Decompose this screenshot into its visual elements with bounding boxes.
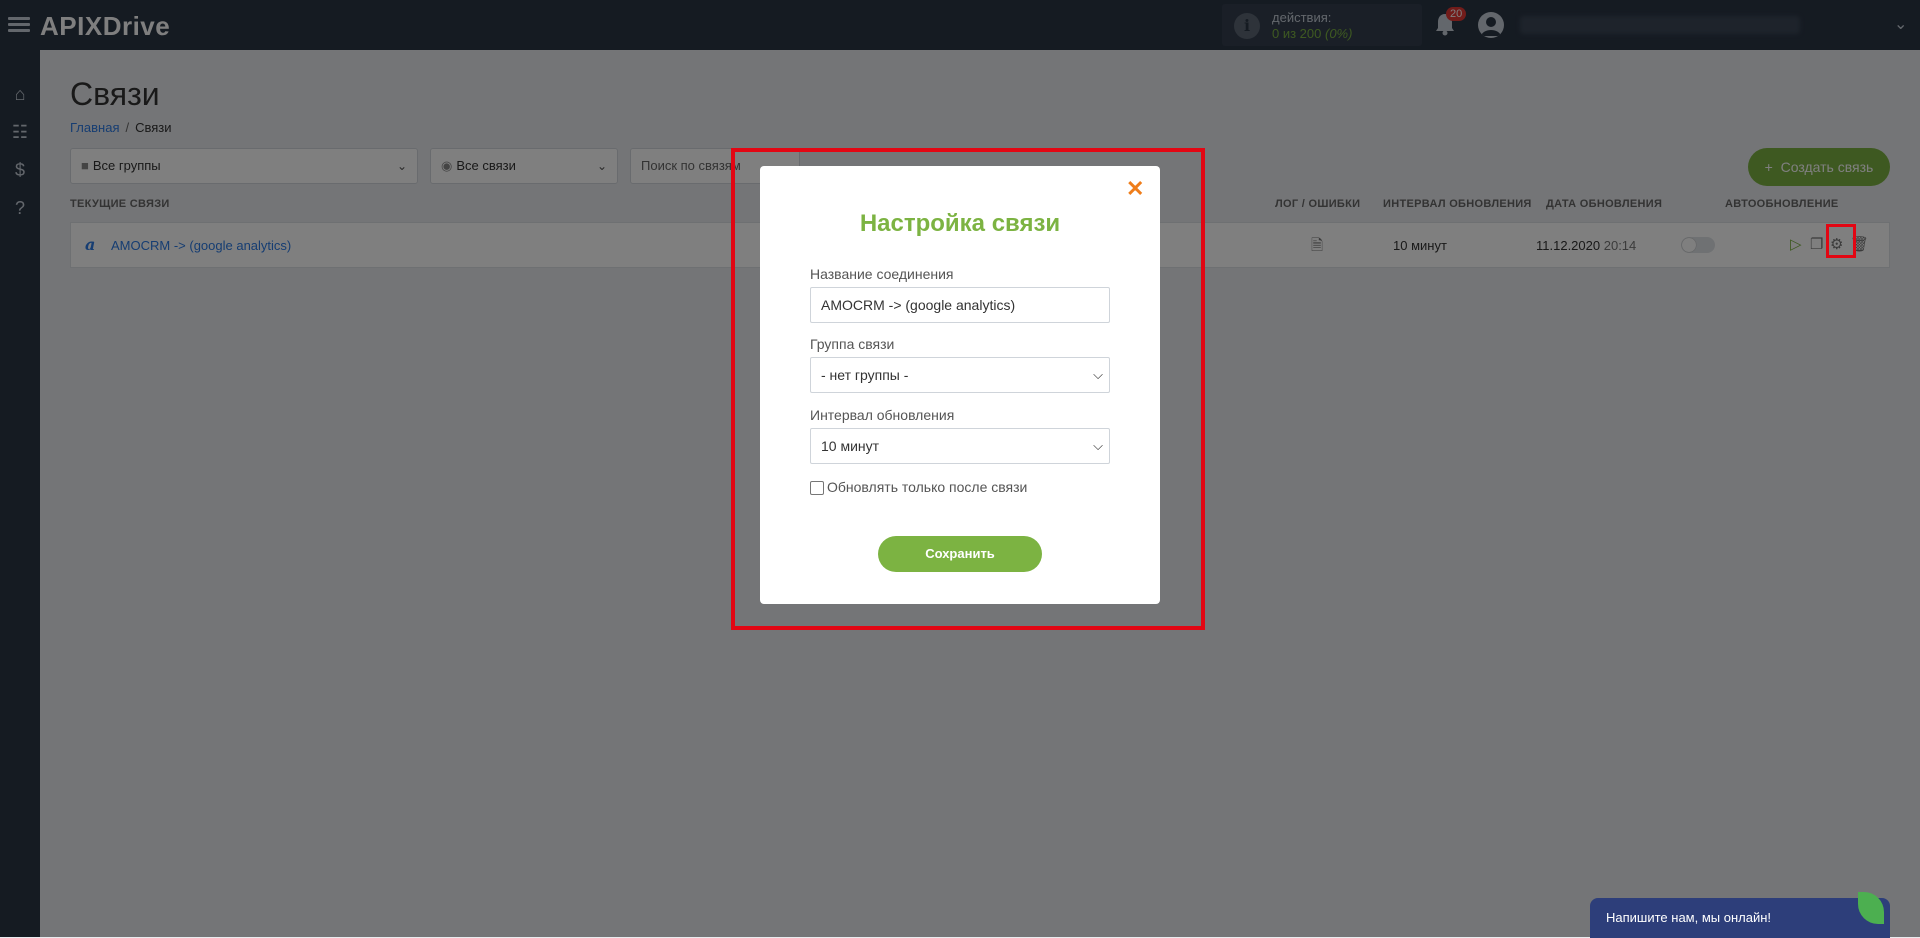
- chevron-down-icon: ⌵: [1093, 367, 1103, 382]
- chat-widget[interactable]: Напишите нам, мы онлайн!: [1590, 892, 1890, 938]
- gear-highlight-box: [1826, 224, 1856, 258]
- interval-select[interactable]: 10 минут ⌵: [810, 428, 1110, 464]
- connection-name-field[interactable]: AMOCRM -> (google analytics): [810, 287, 1110, 323]
- close-icon[interactable]: ✕: [1126, 176, 1144, 202]
- group-select-value: - нет группы -: [821, 367, 909, 383]
- interval-select-value: 10 минут: [821, 438, 880, 454]
- connection-settings-modal: ✕ Настройка связи Название соединения AM…: [760, 166, 1160, 604]
- update-after-link-checkbox[interactable]: [810, 481, 824, 495]
- group-select[interactable]: - нет группы - ⌵: [810, 357, 1110, 393]
- chevron-down-icon: ⌵: [1093, 438, 1103, 453]
- update-after-link-label[interactable]: Обновлять только после связи: [827, 479, 1027, 495]
- group-label: Группа связи: [810, 336, 895, 352]
- chat-label: Напишите нам, мы онлайн!: [1606, 910, 1772, 925]
- save-button[interactable]: Сохранить: [878, 536, 1042, 572]
- interval-label: Интервал обновления: [810, 407, 955, 423]
- connection-name-label: Название соединения: [810, 266, 954, 282]
- modal-title: Настройка связи: [859, 210, 1061, 237]
